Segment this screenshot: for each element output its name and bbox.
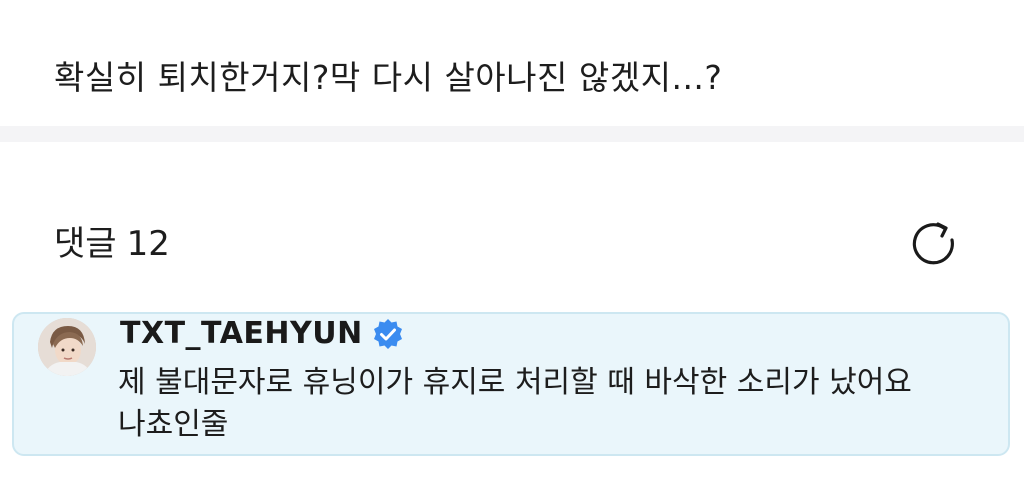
comment-line: 나쵸인줄 (118, 407, 229, 442)
refresh-icon (912, 222, 954, 265)
section-divider (0, 126, 1024, 142)
comments-count: 12 (126, 224, 170, 264)
avatar[interactable] (38, 318, 96, 376)
refresh-button[interactable] (908, 218, 960, 270)
comments-label: 댓글 (54, 224, 117, 264)
avatar-image (38, 318, 96, 376)
post-body: 확실히 퇴치한거지?막 다시 살아나진 않겠지...? (0, 0, 1024, 124)
post-text: 확실히 퇴치한거지?막 다시 살아나진 않겠지...? (54, 58, 723, 97)
comments-title: 댓글 12 (54, 222, 170, 266)
author-name[interactable]: TXT_TAEHYUN (120, 314, 363, 354)
author-row: TXT_TAEHYUN (120, 314, 405, 354)
comment-text: 제 불대문자로 휴닝이가 휴지로 처리할 때 바삭한 소리가 났어요 나쵸인줄 (118, 362, 998, 446)
comment-item[interactable]: TXT_TAEHYUN 제 불대문자로 휴닝이가 휴지로 처리할 때 바삭한 소… (12, 312, 1010, 456)
comment-line: 제 불대문자로 휴닝이가 휴지로 처리할 때 바삭한 소리가 났어요 (118, 365, 912, 400)
comments-header: 댓글 12 (0, 142, 1024, 312)
verified-badge-icon (373, 319, 402, 349)
